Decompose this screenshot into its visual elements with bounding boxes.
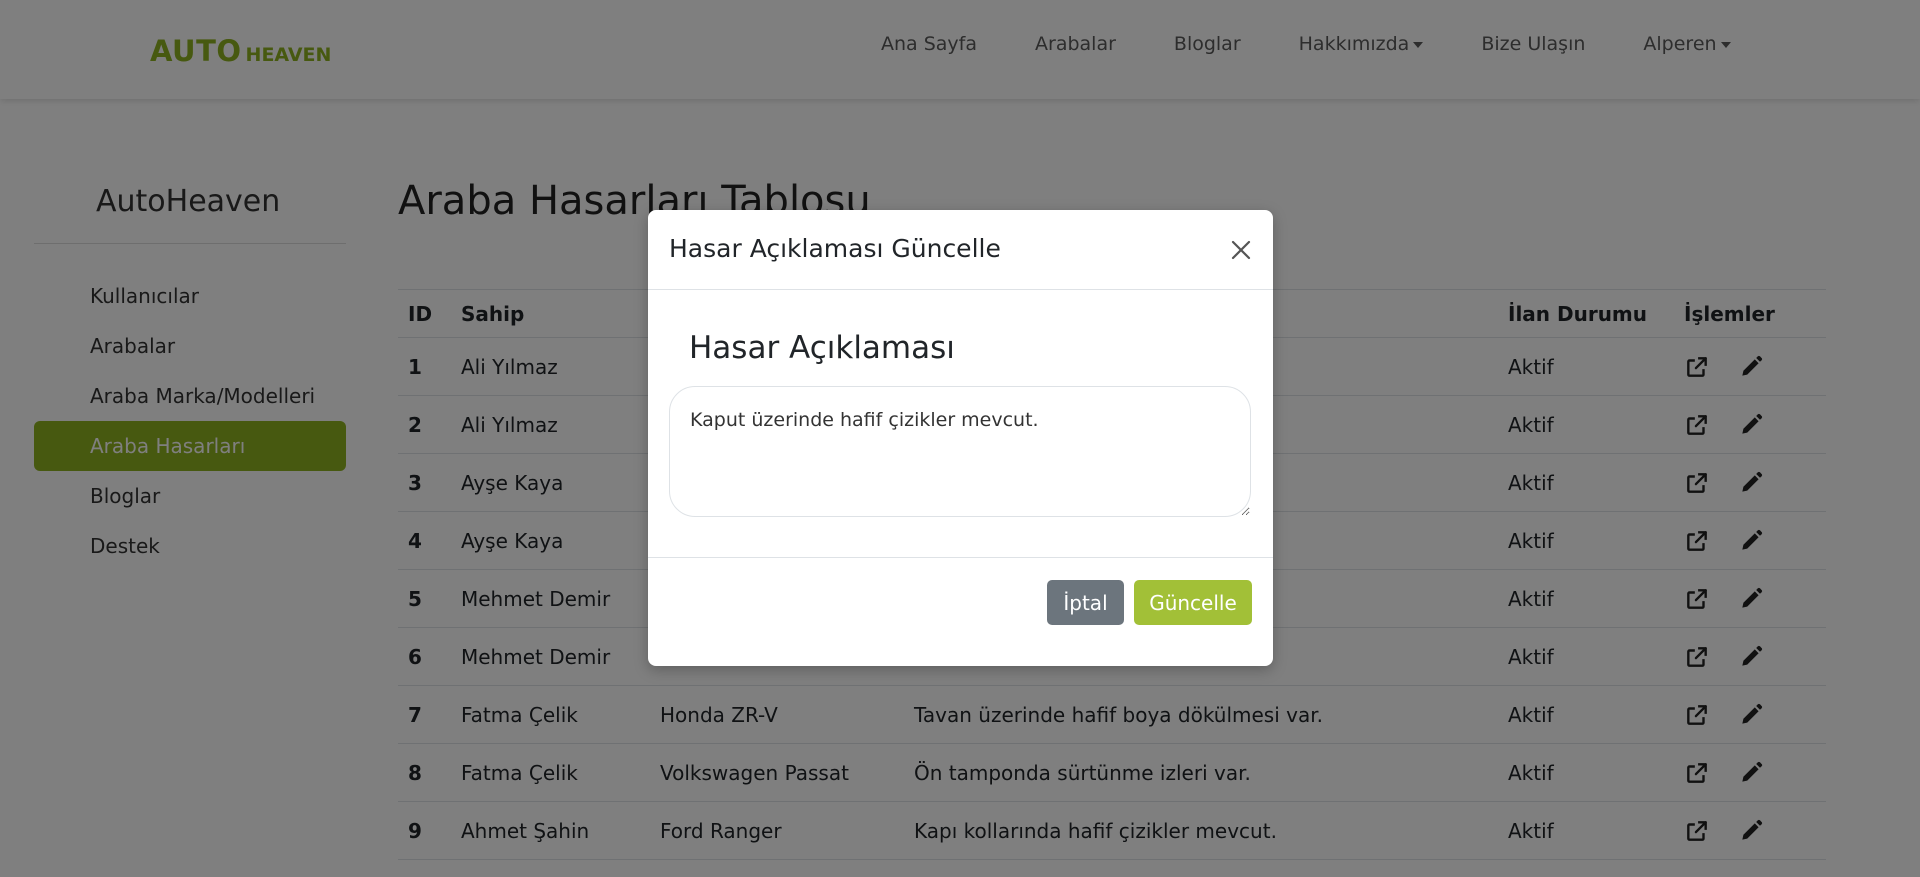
modal-header: Hasar Açıklaması Güncelle (648, 210, 1273, 290)
close-icon[interactable] (1227, 236, 1255, 264)
cancel-button[interactable]: İptal (1047, 580, 1124, 625)
update-button[interactable]: Güncelle (1134, 580, 1252, 625)
damage-description-label: Hasar Açıklaması (689, 330, 955, 366)
modal-footer: İptal Güncelle (648, 557, 1273, 666)
damage-description-textarea[interactable]: Kaput üzerinde hafif çizikler mevcut. (669, 386, 1251, 517)
modal-title: Hasar Açıklaması Güncelle (669, 234, 1001, 263)
update-damage-modal: Hasar Açıklaması Güncelle Hasar Açıklama… (648, 210, 1273, 666)
